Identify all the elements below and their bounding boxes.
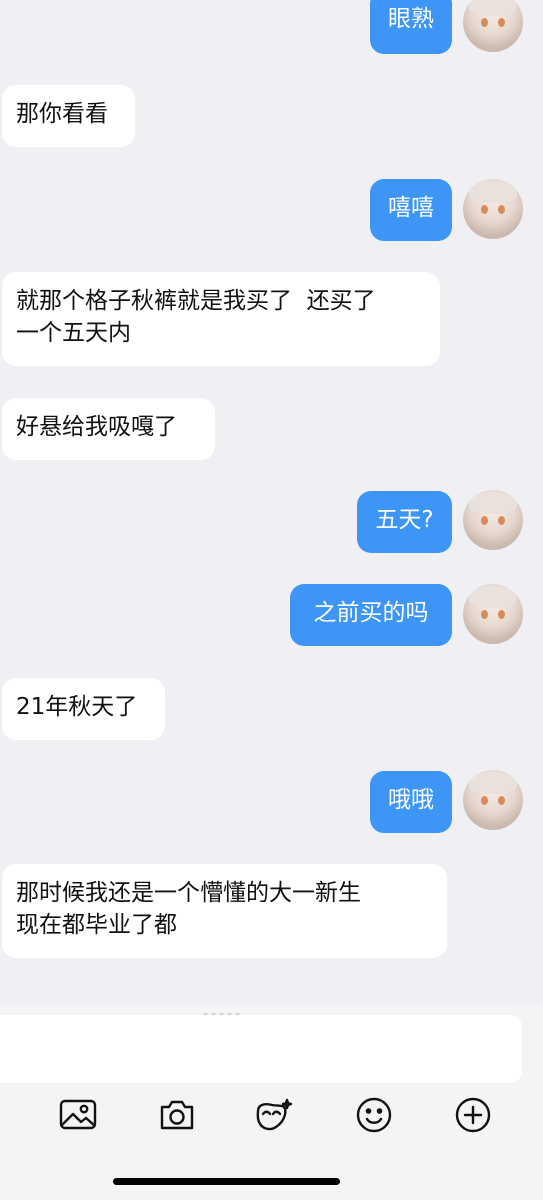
outgoing-message[interactable]: 眼熟	[370, 0, 452, 54]
user-avatar[interactable]	[463, 770, 523, 830]
image-button[interactable]	[56, 1095, 100, 1139]
mask-sticker-icon	[254, 1097, 294, 1137]
drag-handle[interactable]	[203, 1003, 251, 1018]
incoming-message[interactable]: 21年秋天了	[2, 678, 165, 740]
home-indicator[interactable]	[113, 1178, 340, 1185]
more-button[interactable]	[451, 1095, 495, 1139]
incoming-message[interactable]: 那时候我还是一个懵懂的大一新生 现在都毕业了都	[2, 864, 447, 958]
emoji-icon	[355, 1096, 393, 1138]
user-avatar[interactable]	[463, 179, 523, 239]
user-avatar[interactable]	[463, 490, 523, 550]
user-avatar[interactable]	[463, 0, 523, 52]
user-avatar[interactable]	[463, 584, 523, 644]
outgoing-message[interactable]: 哦哦	[370, 771, 452, 833]
incoming-message[interactable]: 好悬给我吸嘎了	[2, 398, 215, 460]
outgoing-message[interactable]: 之前买的吗	[290, 584, 452, 646]
image-icon	[59, 1098, 97, 1136]
message-input[interactable]	[0, 1015, 522, 1083]
camera-icon	[158, 1098, 196, 1136]
plus-icon	[454, 1096, 492, 1138]
input-panel	[0, 1003, 543, 1200]
camera-button[interactable]	[155, 1095, 199, 1139]
incoming-message[interactable]: 那你看看	[2, 85, 135, 147]
outgoing-message[interactable]: 嘻嘻	[370, 179, 452, 241]
incoming-message[interactable]: 就那个格子秋裤就是我买了 还买了 一个五天内	[2, 272, 440, 366]
chat-history[interactable]: 眼熟 那你看看 嘻嘻 就那个格子秋裤就是我买了 还买了 一个五天内 好悬给我吸嘎…	[0, 0, 543, 1005]
emoji-button[interactable]	[352, 1095, 396, 1139]
outgoing-message[interactable]: 五天?	[357, 491, 452, 553]
sticker-button[interactable]	[252, 1095, 296, 1139]
